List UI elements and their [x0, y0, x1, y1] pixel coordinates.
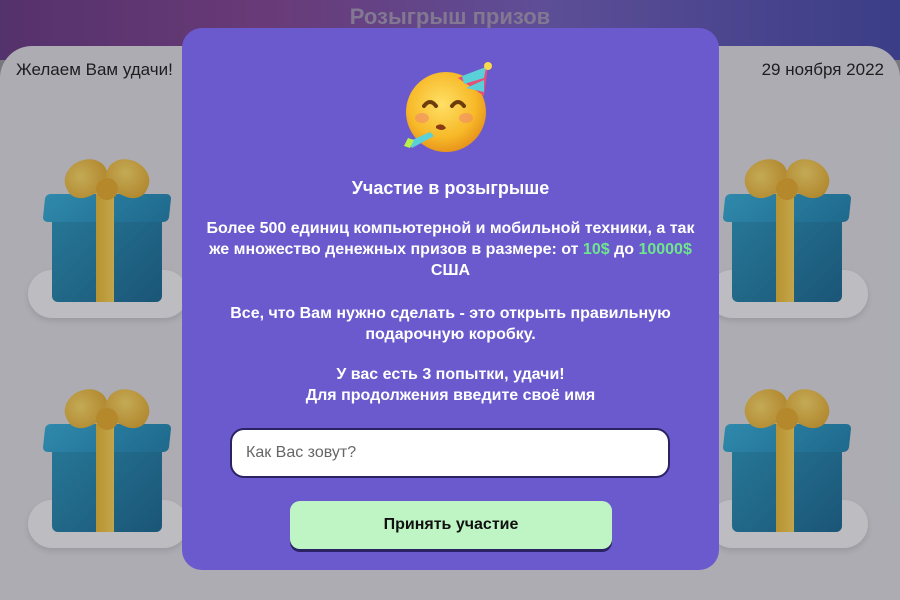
prizes-text-c: США	[430, 262, 471, 279]
attempts-text: У вас есть 3 попытки, удачи! Для продолж…	[202, 364, 699, 406]
party-face-icon	[404, 62, 492, 152]
attempts-line: У вас есть 3 попытки, удачи!	[336, 366, 565, 383]
enter-name-line: Для продолжения введите своё имя	[305, 387, 596, 404]
prize-min-amount: 10$	[582, 241, 610, 258]
participate-button[interactable]: Принять участие	[290, 501, 612, 549]
name-input[interactable]	[230, 428, 670, 478]
prize-max-amount: 10000$	[638, 241, 692, 258]
prizes-text-b: до	[609, 241, 639, 258]
modal-title: Участие в розыгрыше	[351, 178, 550, 198]
prizes-description: Более 500 единиц компьютерной и мобильно…	[202, 218, 699, 281]
instructions-text: Все, что Вам нужно сделать - это открыть…	[230, 305, 671, 343]
participation-modal: Участие в розыгрыше Более 500 единиц ком…	[182, 28, 719, 570]
